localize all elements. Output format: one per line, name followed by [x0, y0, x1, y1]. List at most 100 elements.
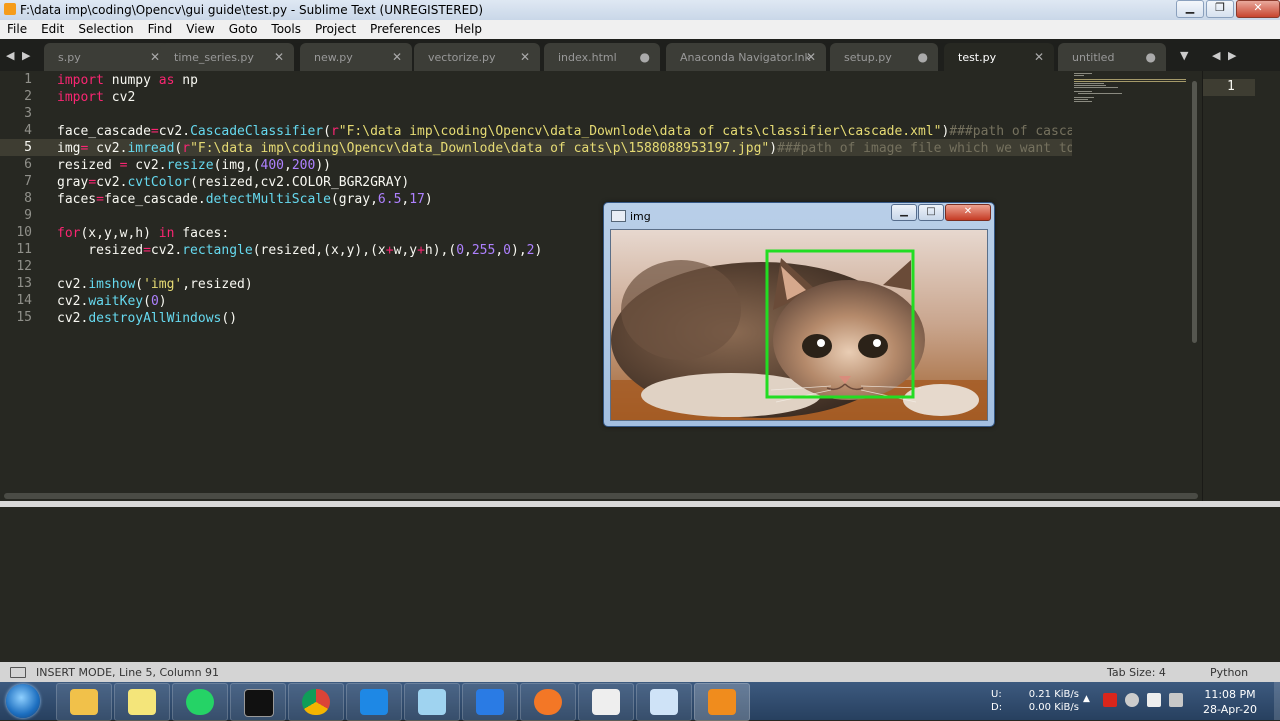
horizontal-scrollbar[interactable] — [0, 491, 1200, 501]
tab-index-html[interactable]: index.html ● — [544, 43, 660, 71]
show-desktop-button[interactable] — [1274, 682, 1280, 720]
tab-new-py[interactable]: new.py ✕ — [300, 43, 412, 71]
title-bar: F:\data imp\coding\Opencv\gui guide\test… — [0, 0, 1280, 20]
menu-goto[interactable]: Goto — [222, 20, 265, 39]
image-window-controls: ▁ □ ✕ — [891, 204, 992, 221]
menu-bar: File Edit Selection Find View Goto Tools… — [0, 20, 1280, 39]
tab-nav-arrows-icon[interactable]: ◀ ▶ — [6, 49, 32, 62]
wps-writer-icon — [476, 689, 504, 715]
taskbar-wps-writer[interactable] — [462, 683, 518, 721]
tab-untitled[interactable]: untitled ● — [1058, 43, 1166, 71]
folder-icon — [70, 689, 98, 715]
tab-label: s.py — [58, 51, 81, 64]
code-line-15: cv2.destroyAllWindows() — [57, 311, 238, 326]
menu-view[interactable]: View — [179, 20, 221, 39]
code-line-2: import cv2 — [57, 90, 136, 105]
line-number: 13 — [16, 276, 32, 291]
tab-close-icon[interactable]: ✕ — [392, 50, 402, 64]
taskbar-notepad[interactable] — [404, 683, 460, 721]
menu-tools[interactable]: Tools — [264, 20, 308, 39]
tab-close-icon[interactable]: ✕ — [806, 50, 816, 64]
line-number-gutter: 1 2 3 4 5 6 7 8 9 10 11 12 13 14 15 — [0, 71, 46, 491]
notepad-icon — [418, 689, 446, 715]
taskbar-file-explorer[interactable] — [56, 683, 112, 721]
net-labels: U: D: — [991, 688, 1002, 714]
secondary-editor-pane[interactable]: 1 — [1202, 71, 1280, 501]
taskbar-anaconda[interactable] — [578, 683, 634, 721]
horizontal-scroll-thumb[interactable] — [4, 493, 1198, 499]
minimap[interactable] — [1072, 71, 1190, 491]
minimize-button[interactable]: ▁ — [1176, 0, 1204, 18]
taskbar-command-prompt[interactable] — [230, 683, 286, 721]
line-number: 12 — [16, 259, 32, 274]
tab-test-py[interactable]: test.py ✕ — [944, 43, 1054, 71]
image-minimize-button[interactable]: ▁ — [891, 204, 917, 221]
net-rates: 0.21 KiB/s 0.00 KiB/s — [1025, 688, 1079, 714]
opencv-image-window[interactable]: img ▁ □ ✕ — [603, 202, 995, 427]
show-hidden-icons-icon[interactable]: ▲ — [1083, 694, 1090, 704]
menu-help[interactable]: Help — [448, 20, 489, 39]
code-line-11: resized=cv2.rectangle(resized,(x,y),(x+w… — [57, 243, 543, 258]
output-panel[interactable] — [0, 507, 1280, 655]
line-number: 3 — [24, 106, 32, 121]
status-bar: INSERT MODE, Line 5, Column 91 Tab Size:… — [0, 662, 1280, 682]
taskbar-vscode[interactable] — [346, 683, 402, 721]
taskbar-whatsapp[interactable] — [172, 683, 228, 721]
taskbar-sublime-text[interactable] — [694, 683, 750, 721]
tab-anaconda-navigator[interactable]: Anaconda Navigator.lnk ✕ — [666, 43, 826, 71]
tab-label: new.py — [314, 51, 353, 64]
menu-preferences[interactable]: Preferences — [363, 20, 448, 39]
vertical-scrollbar[interactable] — [1190, 71, 1200, 491]
panel-toggle-icon[interactable] — [10, 667, 26, 678]
code-line-14: cv2.waitKey(0) — [57, 294, 167, 309]
line-number: 6 — [24, 157, 32, 172]
menu-edit[interactable]: Edit — [34, 20, 71, 39]
tab-modified-icon[interactable]: ● — [918, 50, 928, 64]
pane-nav-arrows-icon[interactable]: ◀ ▶ — [1212, 49, 1238, 62]
code-line-4: face_cascade=cv2.CascadeClassifier(r"F:\… — [57, 124, 1072, 139]
tab-close-icon[interactable]: ✕ — [520, 50, 530, 64]
status-mode-position: INSERT MODE, Line 5, Column 91 — [36, 666, 220, 679]
tab-dropdown-icon[interactable]: ▼ — [1180, 49, 1188, 62]
maximize-button[interactable]: ❐ — [1206, 0, 1234, 18]
code-line-5: img= cv2.imread(r"F:\data imp\coding\Ope… — [57, 141, 1072, 156]
window-controls: ▁ ❐ ✕ — [1174, 0, 1280, 18]
tab-time-series-py[interactable]: time_series.py ✕ — [160, 43, 294, 71]
taskbar-sticky-notes[interactable] — [114, 683, 170, 721]
network-icon[interactable] — [1147, 693, 1161, 707]
vertical-scroll-thumb[interactable] — [1192, 81, 1197, 343]
volume-icon[interactable] — [1125, 693, 1139, 707]
download-label: D: — [991, 702, 1003, 713]
taskbar-jupyter[interactable] — [520, 683, 576, 721]
line-number: 8 — [24, 191, 32, 206]
menu-selection[interactable]: Selection — [71, 20, 140, 39]
clock[interactable]: 11:08 PM 28-Apr-20 — [1201, 687, 1259, 717]
tab-close-icon[interactable]: ✕ — [274, 50, 284, 64]
menu-find[interactable]: Find — [141, 20, 180, 39]
image-maximize-button[interactable]: □ — [918, 204, 944, 221]
tab-close-icon[interactable]: ✕ — [1034, 50, 1044, 64]
action-center-icon[interactable] — [1169, 693, 1183, 707]
start-button[interactable] — [6, 684, 40, 718]
close-button[interactable]: ✕ — [1236, 0, 1280, 18]
image-window-title: img — [630, 210, 651, 223]
image-close-button[interactable]: ✕ — [945, 204, 991, 221]
line-number: 14 — [16, 293, 32, 308]
menu-project[interactable]: Project — [308, 20, 363, 39]
tab-modified-icon[interactable]: ● — [640, 50, 650, 64]
tab-close-icon[interactable]: ✕ — [150, 50, 160, 64]
tab-vectorize-py[interactable]: vectorize.py ✕ — [414, 43, 540, 71]
tab-modified-icon[interactable]: ● — [1146, 50, 1156, 64]
syntax-indicator[interactable]: Python — [1210, 666, 1248, 679]
download-rate: 0.00 KiB/s — [1028, 702, 1079, 713]
taskbar-chrome[interactable] — [288, 683, 344, 721]
tab-setup-py[interactable]: setup.py ● — [830, 43, 938, 71]
tab-s-py[interactable]: s.py ✕ — [44, 43, 170, 71]
taskbar-paint[interactable] — [636, 683, 692, 721]
menu-file[interactable]: File — [0, 20, 34, 39]
antivirus-icon[interactable] — [1103, 693, 1117, 707]
flask-icon — [592, 689, 620, 715]
window-app-icon — [611, 210, 626, 222]
tab-size-indicator[interactable]: Tab Size: 4 — [1107, 666, 1166, 679]
code-line-7: gray=cv2.cvtColor(resized,cv2.COLOR_BGR2… — [57, 175, 410, 190]
